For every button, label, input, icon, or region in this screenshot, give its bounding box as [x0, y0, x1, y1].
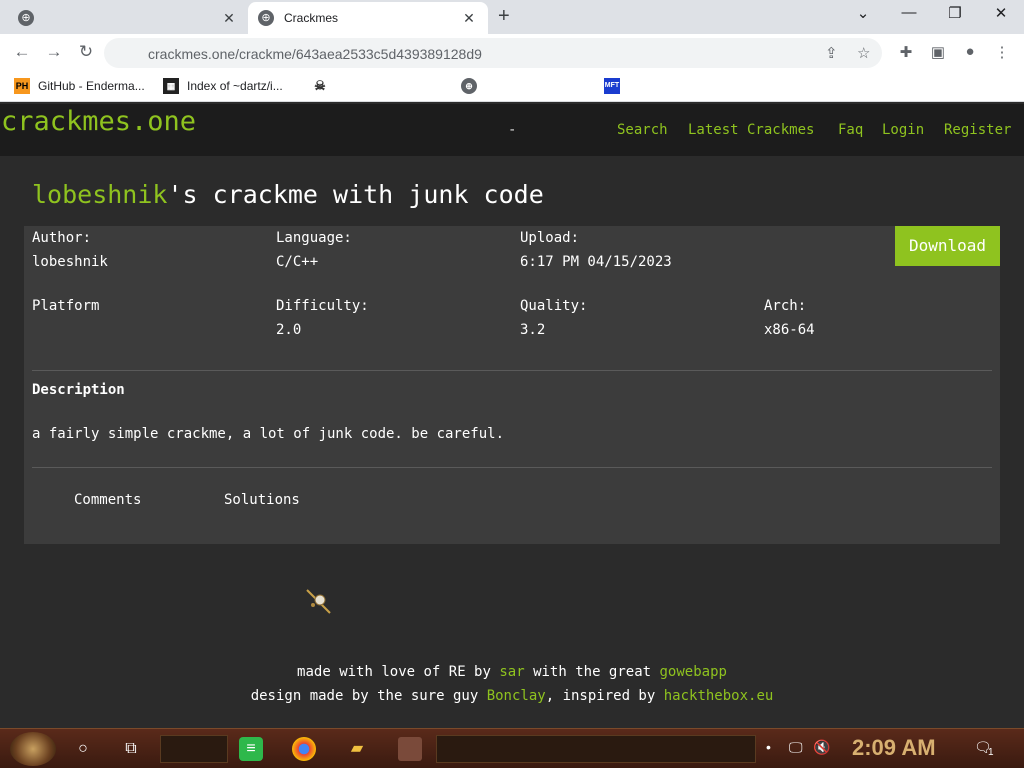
footer-bonclay-link[interactable]: Bonclay [487, 688, 546, 704]
bookmark-favicon-icon: PH [14, 78, 30, 94]
menu-kebab-icon[interactable]: ⋮ [992, 43, 1012, 61]
back-button[interactable]: ← [11, 42, 33, 62]
download-button[interactable]: Download [895, 226, 1000, 266]
tab-comments[interactable]: Comments [74, 492, 141, 508]
close-tab-icon[interactable]: ✕ [220, 10, 238, 27]
arch-label: Arch: [764, 298, 807, 314]
forward-button[interactable]: → [43, 42, 65, 62]
browser-tab-strip: ⊕ ✕ ⊕ Crackmes ✕ + ⌄ — ❐ ✕ [0, 0, 1024, 34]
tab-solutions[interactable]: Solutions [224, 492, 300, 508]
bookmark-item[interactable]: ⊕ [461, 78, 485, 94]
site-logo[interactable]: crackmes.one [1, 106, 196, 137]
divider [32, 467, 992, 468]
bookmark-item[interactable]: ▦ Index of ~dartz/i... [163, 78, 283, 94]
close-tab-icon[interactable]: ✕ [460, 10, 478, 27]
bookmark-item[interactable]: MFT [604, 78, 628, 94]
footer-text: with the great [524, 664, 660, 680]
tab-search-chevron-icon[interactable]: ⌄ [851, 4, 875, 22]
difficulty-value: 2.0 [276, 322, 302, 338]
volume-muted-icon[interactable]: 🔇 [813, 739, 830, 756]
divider [32, 370, 992, 371]
description-text: a fairly simple crackme, a lot of junk c… [32, 426, 505, 442]
file-explorer-icon[interactable]: ▰ [345, 737, 369, 761]
tab-title: Crackmes [284, 11, 339, 25]
notes-app-icon[interactable]: ≡ [239, 737, 263, 761]
browser-tab-inactive[interactable]: ⊕ ✕ [8, 2, 248, 34]
bookmark-label: Index of ~dartz/i... [187, 79, 283, 93]
author-label: Author: [32, 230, 92, 246]
language-label: Language: [276, 230, 352, 246]
title-author-link[interactable]: lobeshnik [32, 180, 167, 209]
site-header: crackmes.one - Search Latest Crackmes Fa… [0, 104, 1024, 156]
platform-label: Platform [32, 298, 100, 314]
browser-tab-active[interactable]: ⊕ Crackmes ✕ [248, 2, 488, 34]
bookmark-item[interactable]: ☠ [312, 78, 336, 94]
grid-icon: ▦ [163, 78, 179, 94]
search-circle-icon[interactable]: ○ [71, 737, 95, 761]
taskbar-search-box[interactable] [160, 735, 228, 763]
minimize-button[interactable]: — [897, 4, 921, 21]
nav-login-link[interactable]: Login [882, 122, 924, 138]
upload-value: 6:17 PM 04/15/2023 [520, 254, 672, 270]
footer-hackthebox-link[interactable]: hackthebox.eu [664, 688, 774, 704]
footer-credits-line-1: made with love of RE by sar with the gre… [0, 664, 1024, 680]
bookmark-label: GitHub - Enderma... [38, 79, 145, 93]
header-separator: - [508, 122, 517, 138]
chrome-app-icon[interactable] [292, 737, 316, 761]
network-icon[interactable]: 🖵 [789, 739, 803, 756]
browser-toolbar: ← → ↻ crackmes.one/crackme/643aea2533c5d… [0, 34, 1024, 72]
task-view-icon[interactable]: ⧉ [119, 737, 143, 761]
taskbar-app-area [436, 735, 756, 763]
start-button[interactable] [10, 732, 56, 766]
upload-label: Upload: [520, 230, 580, 246]
reload-button[interactable]: ↻ [75, 42, 97, 62]
description-heading: Description [32, 382, 125, 398]
footer-gowebapp-link[interactable]: gowebapp [660, 664, 727, 680]
crackme-details-card: Author: lobeshnik Language: C/C++ Upload… [24, 226, 1000, 544]
bookmark-item[interactable]: PH GitHub - Enderma... [14, 78, 145, 94]
bookmark-favicon-icon: MFT [604, 78, 620, 94]
footer-credits-line-2: design made by the sure guy Bonclay, ins… [0, 688, 1024, 704]
taskbar: ○ ⧉ ≡ ▰ • 🖵 🔇 2:09 AM 🗨 1 [0, 728, 1024, 768]
bookmarks-bar: PH GitHub - Enderma... ▦ Index of ~dartz… [0, 72, 1024, 102]
globe-icon: ⊕ [461, 78, 477, 94]
tray-overflow-icon[interactable]: • [766, 739, 771, 755]
skull-icon: ☠ [314, 78, 326, 93]
footer-text: , inspired by [545, 688, 664, 704]
close-window-button[interactable]: ✕ [989, 4, 1013, 22]
nav-search-link[interactable]: Search [617, 122, 668, 138]
address-bar[interactable]: crackmes.one/crackme/643aea2533c5d439389… [104, 38, 882, 68]
language-value: C/C++ [276, 254, 319, 270]
arch-value: x86-64 [764, 322, 815, 338]
nav-faq-link[interactable]: Faq [838, 122, 863, 138]
footer-sar-link[interactable]: sar [499, 664, 524, 680]
nav-register-link[interactable]: Register [944, 122, 1011, 138]
quality-label: Quality: [520, 298, 588, 314]
difficulty-label: Difficulty: [276, 298, 369, 314]
side-panel-icon[interactable]: ▣ [928, 43, 948, 61]
url-text[interactable]: crackmes.one/crackme/643aea2533c5d439389… [148, 46, 482, 62]
quality-value: 3.2 [520, 322, 546, 338]
footer-text: design made by the sure guy [250, 688, 487, 704]
photo-app-icon[interactable] [398, 737, 422, 761]
profile-avatar-icon[interactable]: ● [960, 43, 980, 60]
notification-count-badge: 1 [988, 747, 994, 758]
page-title: lobeshnik's crackme with junk code [32, 180, 544, 209]
taskbar-clock[interactable]: 2:09 AM [852, 735, 936, 761]
globe-icon: ⊕ [258, 10, 274, 26]
restore-button[interactable]: ❐ [943, 4, 967, 22]
title-text: 's crackme with junk code [167, 180, 544, 209]
custom-cursor-icon [306, 589, 331, 614]
footer-text: made with love of RE by [297, 664, 500, 680]
new-tab-button[interactable]: + [498, 5, 510, 28]
globe-icon: ⊕ [18, 10, 34, 26]
extensions-icon[interactable]: ✚ [896, 43, 916, 61]
share-icon[interactable]: ⇪ [825, 44, 838, 62]
bookmark-star-icon[interactable]: ☆ [857, 44, 870, 62]
nav-latest-crackmes-link[interactable]: Latest Crackmes [688, 122, 814, 138]
author-link[interactable]: lobeshnik [32, 254, 108, 270]
